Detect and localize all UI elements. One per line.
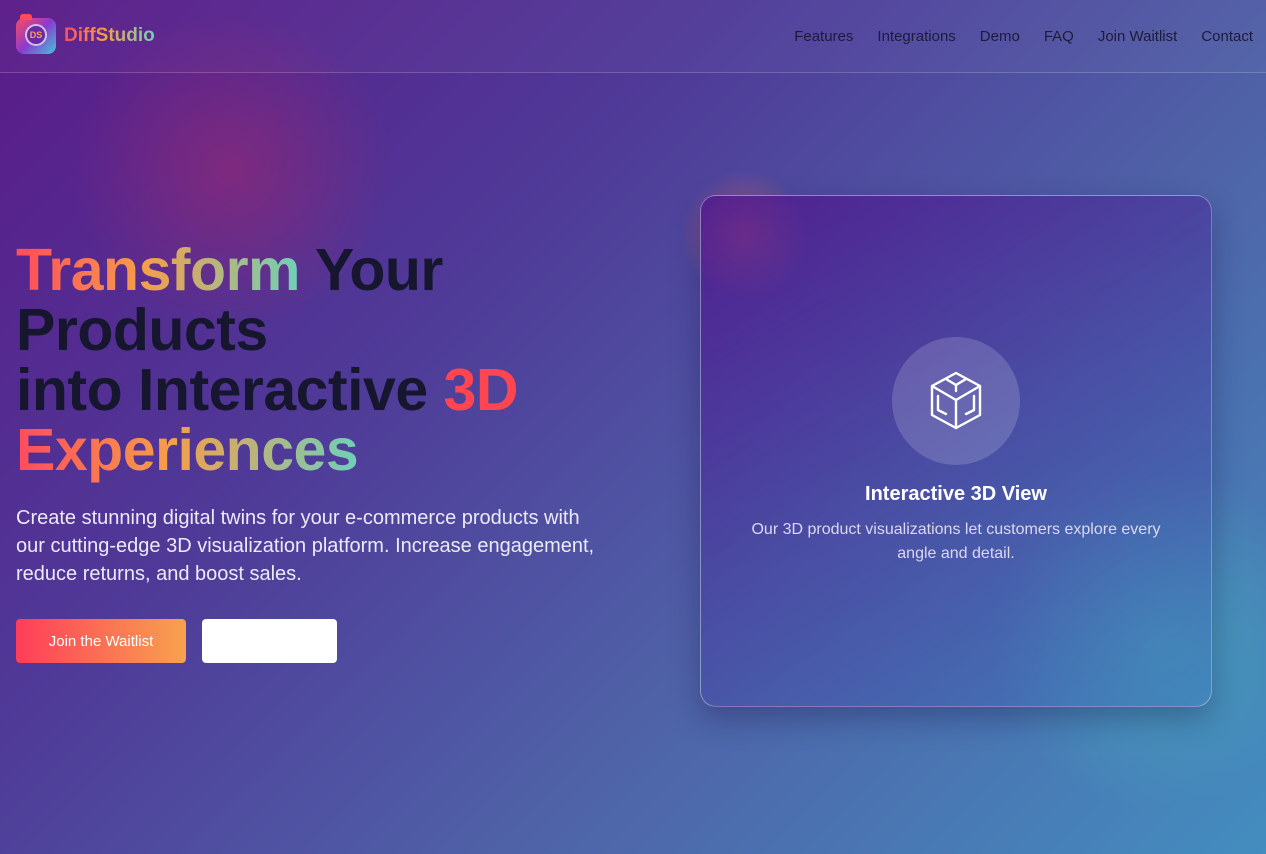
cube-icon <box>930 371 982 430</box>
nav-item-faq[interactable]: FAQ <box>1044 28 1074 45</box>
nav-item-features[interactable]: Features <box>794 28 853 45</box>
hero-subtitle: Create stunning digital twins for your e… <box>16 507 595 585</box>
brand[interactable]: DS DiffStudio <box>16 14 155 54</box>
join-waitlist-button[interactable]: Join the Waitlist <box>16 619 186 663</box>
card-description: Our 3D product visualizations let custom… <box>751 521 1161 562</box>
hero-title-line2: into Interactive <box>16 357 444 423</box>
hero-title-gradient-word: Transform <box>16 237 301 303</box>
nav-item-join-waitlist[interactable]: Join Waitlist <box>1098 28 1177 45</box>
hero-title: Transform Your Products into Interactive … <box>16 240 636 480</box>
nav-item-integrations[interactable]: Integrations <box>877 28 955 45</box>
top-navbar: DS DiffStudio Features Integrations Demo… <box>0 0 1266 73</box>
hero-title-experiences: Experiences <box>16 417 359 483</box>
camera-logo-icon: DS <box>16 14 56 54</box>
brand-name: DiffStudio <box>64 25 155 46</box>
secondary-button[interactable] <box>202 619 337 663</box>
hero-title-3d: 3D <box>443 357 519 423</box>
nav-item-demo[interactable]: Demo <box>980 28 1020 45</box>
card-title: Interactive 3D View <box>865 483 1047 505</box>
interactive-3d-card: Interactive 3D View Our 3D product visua… <box>700 195 1212 707</box>
cube-icon-circle <box>892 337 1020 465</box>
nav-item-contact[interactable]: Contact <box>1201 28 1253 45</box>
main-nav: Features Integrations Demo FAQ Join Wait… <box>794 28 1253 45</box>
